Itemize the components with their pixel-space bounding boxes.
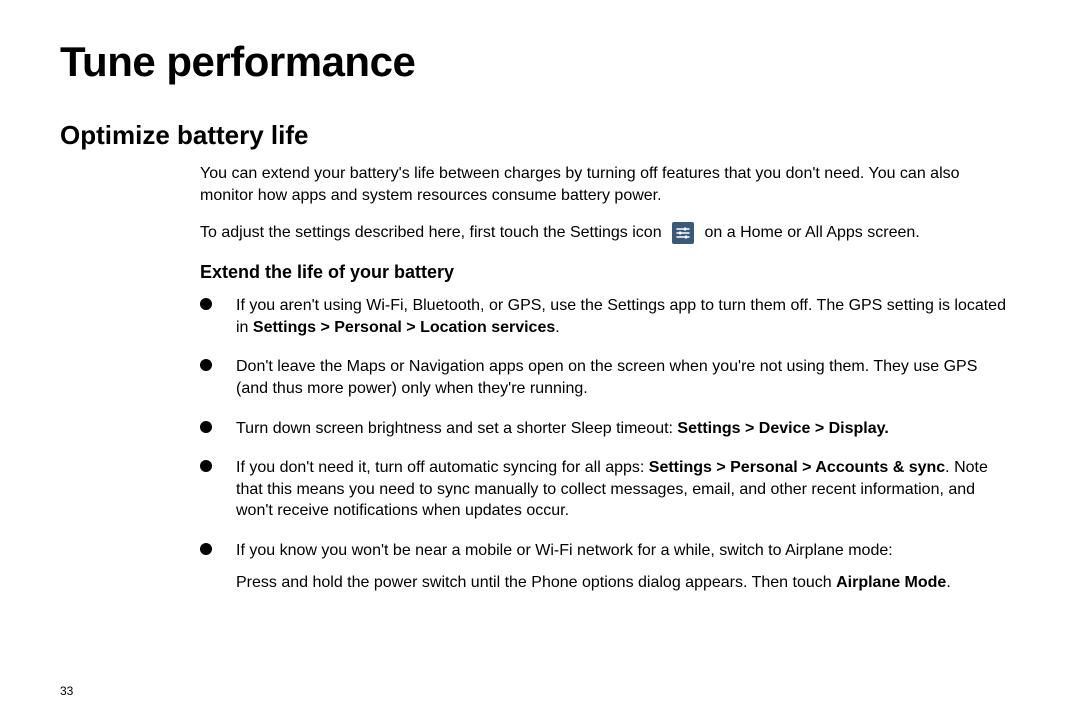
bullet-bold: Settings > Personal > Accounts & sync [649,459,945,476]
bullet-text: . [555,319,559,336]
list-item: If you don't need it, turn off automatic… [200,457,1010,522]
bullet-bold: Settings > Personal > Location services [253,319,555,336]
bullet-text: Press and hold the power switch until th… [236,574,836,591]
intro-paragraph-2: To adjust the settings described here, f… [200,222,1010,244]
list-item: Turn down screen brightness and set a sh… [200,418,1010,440]
list-item: If you aren't using Wi-Fi, Bluetooth, or… [200,295,1010,338]
bullet-text: If you don't need it, turn off automatic… [236,459,649,476]
page-title: Tune performance [60,38,1020,86]
list-item: If you know you won't be near a mobile o… [200,540,1010,593]
intro-text-before-icon: To adjust the settings described here, f… [200,222,666,244]
bullet-subtext: Press and hold the power switch until th… [236,572,1010,594]
list-item: Don't leave the Maps or Navigation apps … [200,356,1010,399]
settings-sliders-icon [672,222,694,244]
bullet-bold: Settings > Device > Display. [677,420,888,437]
intro-text-after-icon: on a Home or All Apps screen. [700,222,920,244]
bullet-text: Turn down screen brightness and set a sh… [236,420,677,437]
section-heading: Optimize battery life [60,120,1020,151]
bullet-text: If you know you won't be near a mobile o… [236,542,893,559]
bullet-list: If you aren't using Wi-Fi, Bluetooth, or… [200,295,1010,593]
bullet-bold: Airplane Mode [836,574,946,591]
bullet-text: Don't leave the Maps or Navigation apps … [236,358,977,397]
page-number: 33 [60,684,73,698]
intro-paragraph-1: You can extend your battery's life betwe… [200,163,1010,206]
subsection-heading: Extend the life of your battery [200,262,1020,283]
bullet-text: . [946,574,950,591]
